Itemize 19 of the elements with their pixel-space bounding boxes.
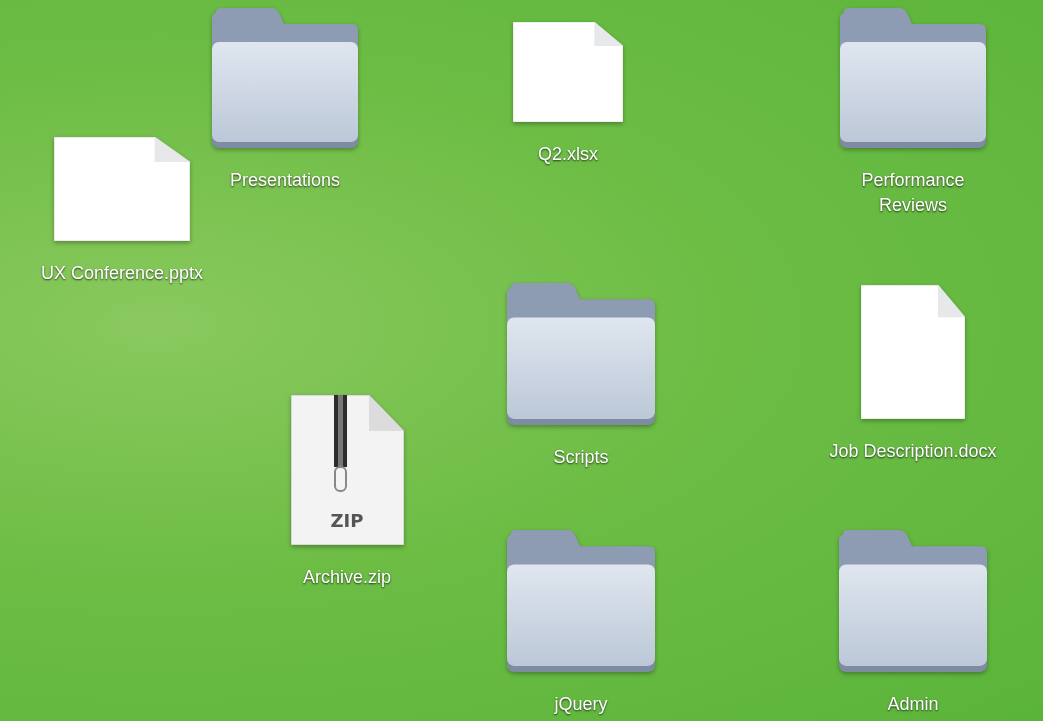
file-label[interactable]: UX Conference.pptx (40, 261, 204, 286)
file-label[interactable]: Performance Reviews (843, 168, 983, 218)
file-label[interactable]: Presentations (229, 168, 341, 193)
folder-icon[interactable] (507, 530, 655, 672)
folder-icon[interactable] (212, 8, 358, 148)
file-label[interactable]: Q2.xlsx (538, 142, 598, 167)
document-icon[interactable] (54, 137, 190, 241)
folder-icon[interactable] (507, 283, 655, 425)
folder-icon[interactable] (839, 530, 987, 672)
zip-archive-icon[interactable]: ZIP (290, 395, 404, 545)
document-icon[interactable] (861, 285, 965, 419)
file-label[interactable]: Archive.zip (303, 565, 391, 590)
file-label[interactable]: jQuery (554, 692, 608, 717)
file-label[interactable]: Job Description.docx (829, 439, 997, 464)
zip-label: ZIP (330, 510, 363, 531)
document-icon[interactable] (513, 22, 623, 122)
file-label[interactable]: Admin (887, 692, 939, 717)
file-label[interactable]: Scripts (553, 445, 609, 470)
folder-icon[interactable] (840, 8, 986, 148)
